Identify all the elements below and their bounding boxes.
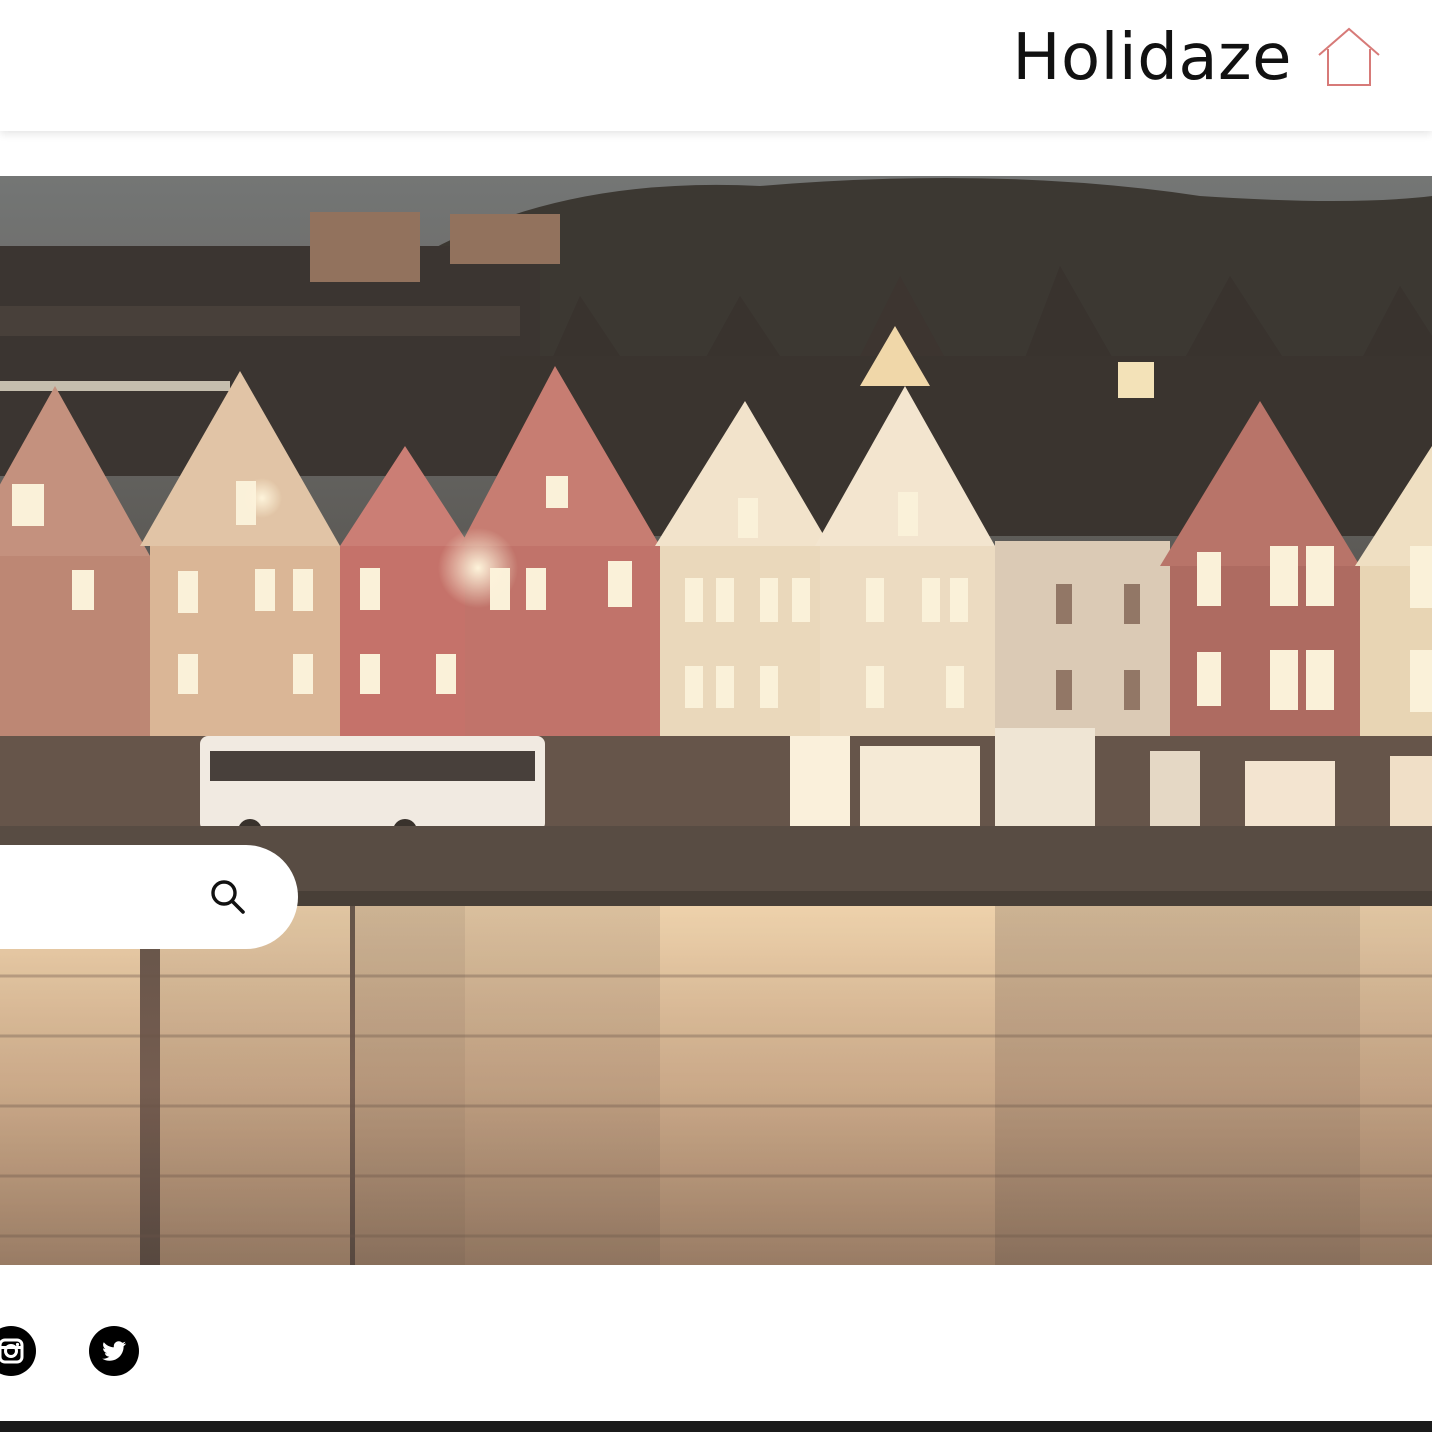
hero-image	[0, 176, 1432, 1265]
harbor-photo	[0, 176, 1432, 1265]
search-icon	[211, 880, 245, 914]
brand-name: Holidaze	[1012, 21, 1292, 95]
twitter-link[interactable]	[89, 1326, 139, 1376]
instagram-icon	[0, 1338, 24, 1364]
site-header: Holidaze	[0, 0, 1432, 131]
search-bar	[0, 845, 298, 949]
house-outline-icon	[1318, 27, 1380, 86]
search-button[interactable]	[208, 877, 248, 917]
social-links	[0, 1265, 1432, 1420]
page: Holidaze	[0, 0, 1432, 1432]
twitter-icon	[102, 1341, 126, 1361]
instagram-link[interactable]	[0, 1326, 36, 1376]
footer	[0, 1421, 1432, 1432]
brand-home-link[interactable]: Holidaze	[1012, 18, 1382, 98]
